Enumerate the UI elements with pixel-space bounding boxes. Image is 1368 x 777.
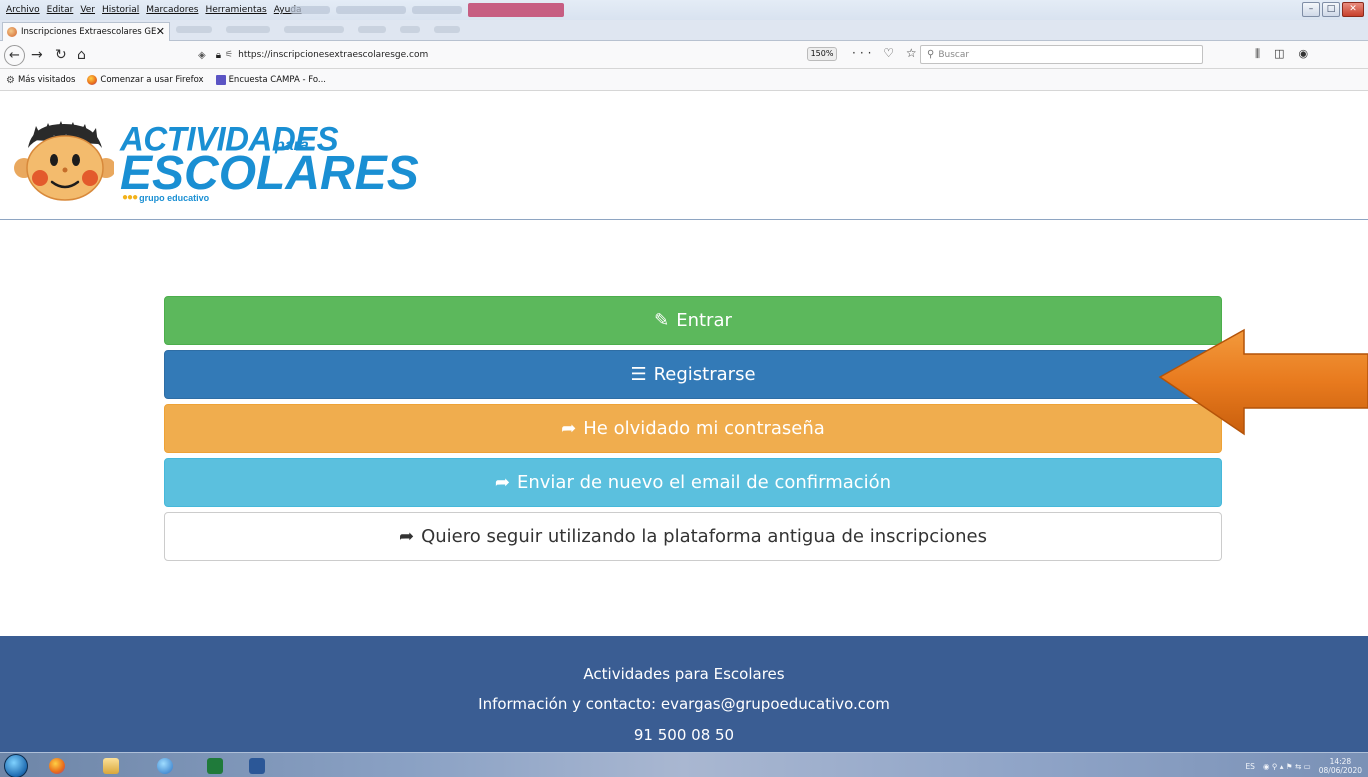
maximize-icon[interactable]: □ — [1322, 2, 1340, 17]
site-logo[interactable]: ACTIVIDADES para ESCOLARES ●●● grupo edu… — [14, 112, 419, 212]
back-arrow-icon[interactable]: ← — [4, 45, 25, 66]
explorer-taskbar-icon[interactable] — [94, 755, 128, 776]
excel-taskbar-icon[interactable] — [198, 755, 232, 776]
gear-icon: ⚙ — [6, 74, 15, 86]
annotation-arrow-icon — [1158, 328, 1368, 436]
logo-tagline: ●●● grupo educativo — [122, 192, 209, 203]
close-window-icon[interactable]: ✕ — [1342, 2, 1364, 17]
logo-tagline-text: grupo educativo — [139, 192, 210, 203]
entrar-label: Entrar — [676, 310, 732, 331]
pencil-icon: ✎ — [654, 310, 670, 331]
lock-icon[interactable]: 🔒︎ — [216, 50, 221, 61]
media-taskbar-icon[interactable] — [148, 755, 182, 776]
search-input[interactable]: ⚲ Buscar — [920, 45, 1203, 64]
blurred-taskbar-region — [290, 3, 610, 17]
system-tray: ES ◉ ⚲ ▴ ⚑ ⇆ ▭ 14:28 08/06/2020 — [1245, 757, 1362, 775]
search-placeholder: Buscar — [938, 49, 970, 60]
tab-bar: Inscripciones Extraescolares GE ✕ — [0, 20, 1368, 41]
tracking-shield-icon[interactable]: ◈ — [198, 50, 206, 61]
zoom-level[interactable]: 150% — [807, 47, 837, 61]
start-button-icon[interactable] — [4, 754, 28, 777]
bookmark-firefox[interactable]: Comenzar a usar Firefox — [87, 74, 204, 85]
account-icon[interactable]: ◉ — [1298, 47, 1308, 61]
navigation-bar: ← → ↻ ⌂ ◈ 🔒︎ ⚟ https://inscripcionesextr… — [0, 41, 1368, 69]
share-arrow-icon: ➦ — [561, 418, 577, 439]
menu-editar[interactable]: Editar — [47, 5, 74, 15]
bookmark-label: Comenzar a usar Firefox — [100, 74, 204, 85]
site-footer: Actividades para Escolares Información y… — [0, 636, 1368, 752]
tab-inscripciones[interactable]: Inscripciones Extraescolares GE ✕ — [2, 22, 170, 41]
page-actions-icons[interactable]: ··· ♡ ☆ — [852, 46, 921, 60]
footer-phone: 91 500 08 50 — [633, 726, 735, 744]
minimize-icon[interactable]: – — [1302, 2, 1320, 17]
reload-icon[interactable]: ↻ — [55, 45, 67, 65]
language-indicator[interactable]: ES — [1245, 762, 1255, 771]
resend-confirmation-button[interactable]: ➦ Enviar de nuevo el email de confirmaci… — [164, 458, 1222, 507]
menu-bar: Archivo Editar Ver Historial Marcadores … — [0, 0, 1368, 20]
menu-historial[interactable]: Historial — [102, 5, 139, 15]
site-header: ACTIVIDADES para ESCOLARES ●●● grupo edu… — [0, 92, 1368, 220]
windows-taskbar: ES ◉ ⚲ ▴ ⚑ ⇆ ▭ 14:28 08/06/2020 — [0, 752, 1368, 777]
action-buttons: ✎ Entrar ☰ Registrarse ➦ He olvidado mi … — [164, 296, 1222, 566]
clock-time: 14:28 — [1329, 757, 1352, 766]
bookmark-mas-visitados[interactable]: ⚙ Más visitados — [6, 74, 76, 86]
window-controls: – □ ✕ — [1302, 2, 1364, 17]
sidebar-icon[interactable]: ◫ — [1274, 47, 1284, 61]
forgot-password-button[interactable]: ➦ He olvidado mi contraseña — [164, 404, 1222, 453]
forgot-password-label: He olvidado mi contraseña — [583, 418, 825, 439]
home-icon[interactable]: ⌂ — [77, 45, 86, 65]
library-icon[interactable]: ⫼ — [1255, 47, 1260, 61]
word-taskbar-icon[interactable] — [240, 755, 274, 776]
logo-line2: ESCOLARES — [120, 147, 419, 200]
footer-contact: Información y contacto: evargas@grupoedu… — [478, 695, 890, 713]
bookmark-encuesta[interactable]: Encuesta CAMPA - Fo... — [215, 74, 326, 85]
clock[interactable]: 14:28 08/06/2020 — [1319, 757, 1362, 775]
address-bar[interactable]: ◈ 🔒︎ ⚟ https://inscripcionesextraescolar… — [190, 45, 840, 65]
menu-marcadores[interactable]: Marcadores — [146, 5, 198, 15]
menu-herramientas[interactable]: Herramientas — [205, 5, 266, 15]
tab-title: Inscripciones Extraescolares GE — [21, 27, 157, 37]
list-icon: ☰ — [630, 364, 647, 385]
firefox-taskbar-icon[interactable] — [40, 755, 74, 776]
bookmark-label: Más visitados — [17, 74, 76, 85]
tray-icons[interactable]: ◉ ⚲ ▴ ⚑ ⇆ ▭ — [1263, 762, 1311, 771]
registrarse-label: Registrarse — [653, 364, 756, 385]
tab-close-icon[interactable]: ✕ — [156, 25, 165, 38]
footer-title: Actividades para Escolares — [583, 665, 785, 683]
forward-arrow-icon[interactable]: → — [31, 45, 43, 65]
form-icon — [215, 74, 226, 85]
registrarse-button[interactable]: ☰ Registrarse — [164, 350, 1222, 399]
bookmark-label: Encuesta CAMPA - Fo... — [228, 74, 326, 85]
kid-face-icon — [14, 121, 114, 201]
toolbar-right: ⫼ ◫ ◉ — [1255, 47, 1308, 61]
share-arrow-icon: ➦ — [494, 472, 510, 493]
entrar-button[interactable]: ✎ Entrar — [164, 296, 1222, 345]
url-text[interactable]: https://inscripcionesextraescolaresge.co… — [238, 50, 428, 60]
firefox-icon — [87, 74, 98, 85]
menu-archivo[interactable]: Archivo — [6, 5, 40, 15]
site-favicon-icon — [7, 27, 17, 37]
blurred-tabs — [176, 26, 460, 33]
bookmarks-bar: ⚙ Más visitados Comenzar a usar Firefox … — [0, 69, 1368, 91]
menu-ver[interactable]: Ver — [80, 5, 95, 15]
clock-date: 08/06/2020 — [1318, 766, 1362, 775]
resend-confirmation-label: Enviar de nuevo el email de confirmación — [517, 472, 892, 493]
old-platform-button[interactable]: ➦ Quiero seguir utilizando la plataforma… — [164, 512, 1222, 561]
permissions-icon[interactable]: ⚟ — [225, 50, 233, 60]
old-platform-label: Quiero seguir utilizando la plataforma a… — [421, 526, 987, 547]
search-icon: ⚲ — [927, 49, 935, 60]
dots-icon: ●●● — [122, 192, 138, 203]
share-arrow-icon: ➦ — [398, 526, 415, 547]
